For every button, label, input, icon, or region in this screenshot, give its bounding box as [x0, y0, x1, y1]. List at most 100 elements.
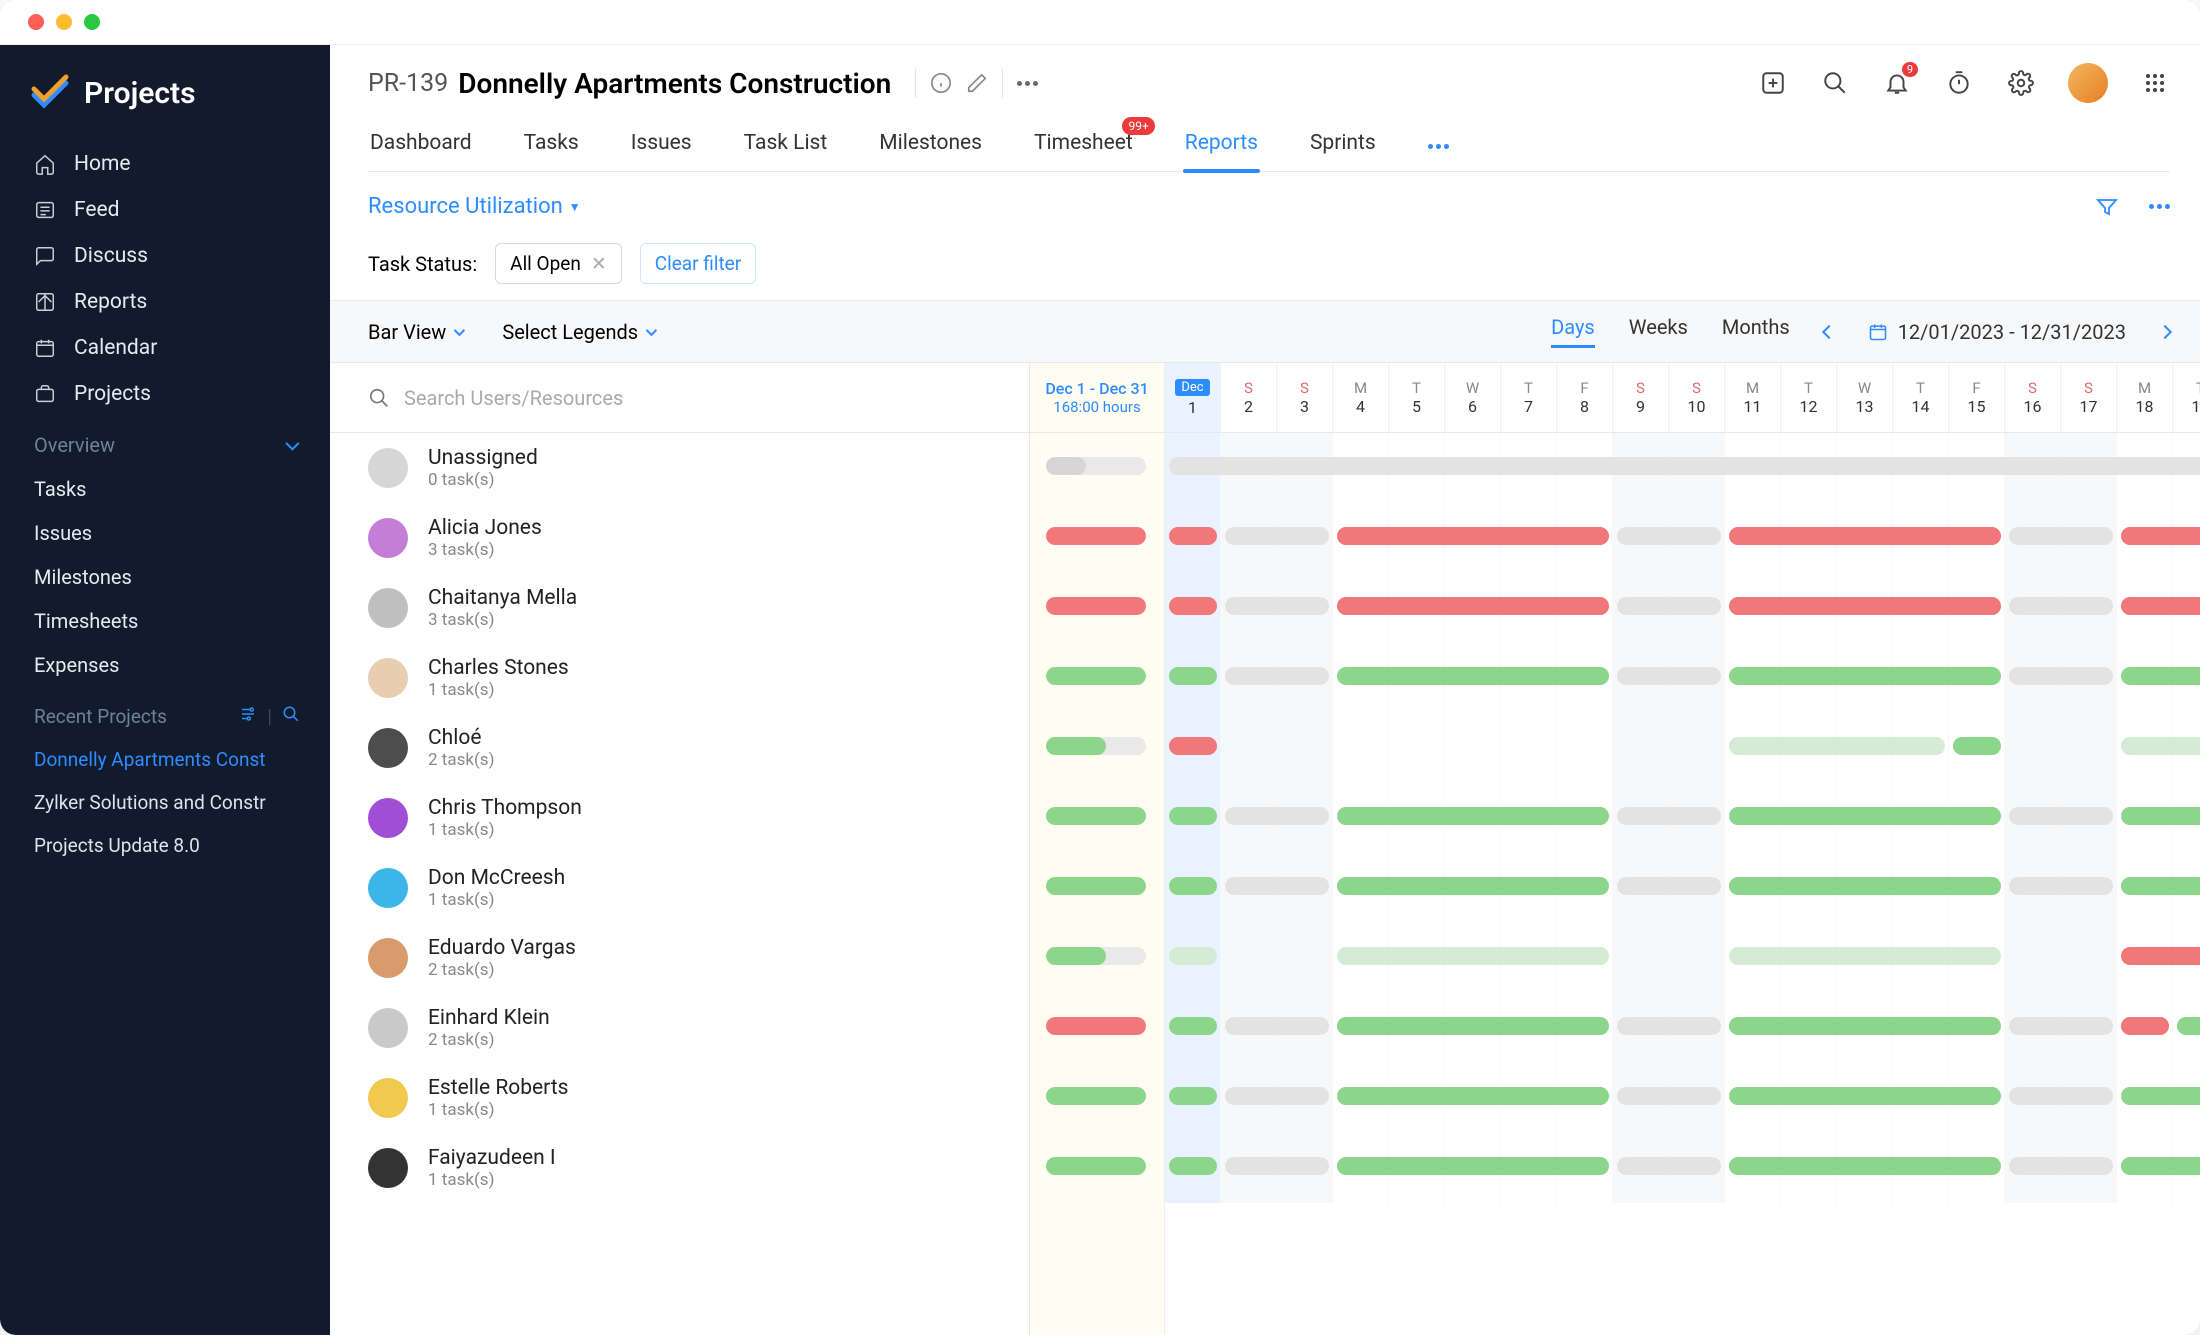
- utilization-bar[interactable]: [1169, 597, 1217, 615]
- sidebar-item-projects[interactable]: Projects: [0, 371, 330, 417]
- search-input[interactable]: [404, 386, 1007, 410]
- tab-more[interactable]: [1426, 121, 1451, 171]
- tab-task-list[interactable]: Task List: [742, 121, 830, 171]
- user-row[interactable]: Einhard Klein 2 task(s): [330, 993, 1029, 1063]
- utilization-bar[interactable]: [2009, 1087, 2113, 1105]
- utilization-bar[interactable]: [1169, 737, 1217, 755]
- period-bar[interactable]: [1046, 737, 1146, 755]
- window-close[interactable]: [28, 14, 44, 30]
- sidebar-item-feed[interactable]: Feed: [0, 187, 330, 233]
- utilization-bar[interactable]: [2009, 877, 2113, 895]
- filter-chip-status[interactable]: All Open ✕: [495, 243, 622, 284]
- utilization-bar[interactable]: [1617, 527, 1721, 545]
- period-bar[interactable]: [1046, 807, 1146, 825]
- utilization-bar[interactable]: [1729, 597, 2001, 615]
- scale-weeks[interactable]: Weeks: [1629, 315, 1688, 348]
- utilization-bar[interactable]: [1729, 1017, 2001, 1035]
- sidebar-item-home[interactable]: Home: [0, 141, 330, 187]
- user-row[interactable]: Faiyazudeen I 1 task(s): [330, 1133, 1029, 1203]
- utilization-bar[interactable]: [2121, 527, 2200, 545]
- user-row[interactable]: Alicia Jones 3 task(s): [330, 503, 1029, 573]
- bell-icon[interactable]: 9: [1882, 68, 1912, 98]
- utilization-bar[interactable]: [2121, 807, 2200, 825]
- edit-icon[interactable]: [966, 72, 988, 94]
- add-icon[interactable]: [1758, 68, 1788, 98]
- utilization-bar[interactable]: [2121, 597, 2200, 615]
- more-icon[interactable]: [1017, 81, 1038, 86]
- utilization-bar[interactable]: [1337, 807, 1609, 825]
- utilization-bar[interactable]: [2009, 527, 2113, 545]
- utilization-bar[interactable]: [1617, 807, 1721, 825]
- clear-filter-button[interactable]: Clear filter: [640, 243, 756, 284]
- tab-milestones[interactable]: Milestones: [877, 121, 984, 171]
- utilization-bar[interactable]: [2009, 597, 2113, 615]
- sidebar-item-reports[interactable]: Reports: [0, 279, 330, 325]
- apps-grid-icon[interactable]: [2140, 68, 2170, 98]
- utilization-bar[interactable]: [1169, 1087, 1217, 1105]
- utilization-bar[interactable]: [1729, 947, 2001, 965]
- sidebar-item-issues[interactable]: Issues: [0, 511, 330, 555]
- prev-period-button[interactable]: [1822, 324, 1836, 338]
- recent-project[interactable]: Zylker Solutions and Constr: [0, 781, 330, 824]
- user-row[interactable]: Don McCreesh 1 task(s): [330, 853, 1029, 923]
- user-row[interactable]: Chaitanya Mella 3 task(s): [330, 573, 1029, 643]
- window-minimize[interactable]: [56, 14, 72, 30]
- utilization-bar[interactable]: [1337, 1017, 1609, 1035]
- timer-icon[interactable]: [1944, 68, 1974, 98]
- utilization-bar[interactable]: [2121, 877, 2200, 895]
- utilization-bar[interactable]: [1729, 877, 2001, 895]
- tab-sprints[interactable]: Sprints: [1308, 121, 1378, 171]
- utilization-bar[interactable]: [2009, 1157, 2113, 1175]
- utilization-bar[interactable]: [1729, 807, 2001, 825]
- utilization-bar[interactable]: [1169, 877, 1217, 895]
- sidebar-item-timesheets[interactable]: Timesheets: [0, 599, 330, 643]
- more-icon[interactable]: [2149, 204, 2170, 209]
- utilization-bar[interactable]: [1337, 597, 1609, 615]
- utilization-bar[interactable]: [1225, 1157, 1329, 1175]
- utilization-bar[interactable]: [1337, 1157, 1609, 1175]
- user-row[interactable]: Chris Thompson 1 task(s): [330, 783, 1029, 853]
- utilization-bar[interactable]: [1337, 527, 1609, 545]
- utilization-bar[interactable]: [1169, 457, 2200, 475]
- utilization-bar[interactable]: [1729, 1087, 2001, 1105]
- sidebar-overview-header[interactable]: Overview: [0, 417, 330, 467]
- search-icon[interactable]: [282, 705, 300, 723]
- utilization-bar[interactable]: [1617, 1157, 1721, 1175]
- utilization-bar[interactable]: [1337, 1087, 1609, 1105]
- user-row[interactable]: Unassigned 0 task(s): [330, 433, 1029, 503]
- sliders-icon[interactable]: [239, 705, 257, 723]
- utilization-bar[interactable]: [1337, 947, 1609, 965]
- utilization-bar[interactable]: [1617, 1087, 1721, 1105]
- period-bar[interactable]: [1046, 457, 1146, 475]
- utilization-bar[interactable]: [2121, 947, 2200, 965]
- tab-timesheet[interactable]: Timesheet99+: [1032, 121, 1135, 171]
- utilization-bar[interactable]: [2121, 737, 2200, 755]
- legends-dropdown[interactable]: Select Legends: [502, 320, 654, 344]
- scale-days[interactable]: Days: [1551, 315, 1595, 348]
- period-bar[interactable]: [1046, 877, 1146, 895]
- close-icon[interactable]: ✕: [591, 252, 607, 275]
- utilization-bar[interactable]: [1617, 667, 1721, 685]
- utilization-bar[interactable]: [1225, 877, 1329, 895]
- utilization-bar[interactable]: [1225, 667, 1329, 685]
- report-type-dropdown[interactable]: Resource Utilization ▼: [368, 194, 581, 219]
- scale-months[interactable]: Months: [1722, 315, 1790, 348]
- utilization-bar[interactable]: [1617, 877, 1721, 895]
- utilization-bar[interactable]: [1225, 1017, 1329, 1035]
- utilization-bar[interactable]: [1169, 1157, 1217, 1175]
- utilization-bar[interactable]: [1225, 1087, 1329, 1105]
- utilization-bar[interactable]: [1225, 597, 1329, 615]
- sidebar-item-tasks[interactable]: Tasks: [0, 467, 330, 511]
- gear-icon[interactable]: [2006, 68, 2036, 98]
- period-bar[interactable]: [1046, 1087, 1146, 1105]
- utilization-bar[interactable]: [1337, 667, 1609, 685]
- filter-icon[interactable]: [2095, 195, 2119, 219]
- utilization-bar[interactable]: [2121, 1087, 2200, 1105]
- utilization-bar[interactable]: [2121, 667, 2200, 685]
- utilization-bar[interactable]: [2009, 667, 2113, 685]
- utilization-bar[interactable]: [1337, 877, 1609, 895]
- utilization-bar[interactable]: [1729, 1157, 2001, 1175]
- sidebar-item-milestones[interactable]: Milestones: [0, 555, 330, 599]
- user-row[interactable]: Charles Stones 1 task(s): [330, 643, 1029, 713]
- period-bar[interactable]: [1046, 527, 1146, 545]
